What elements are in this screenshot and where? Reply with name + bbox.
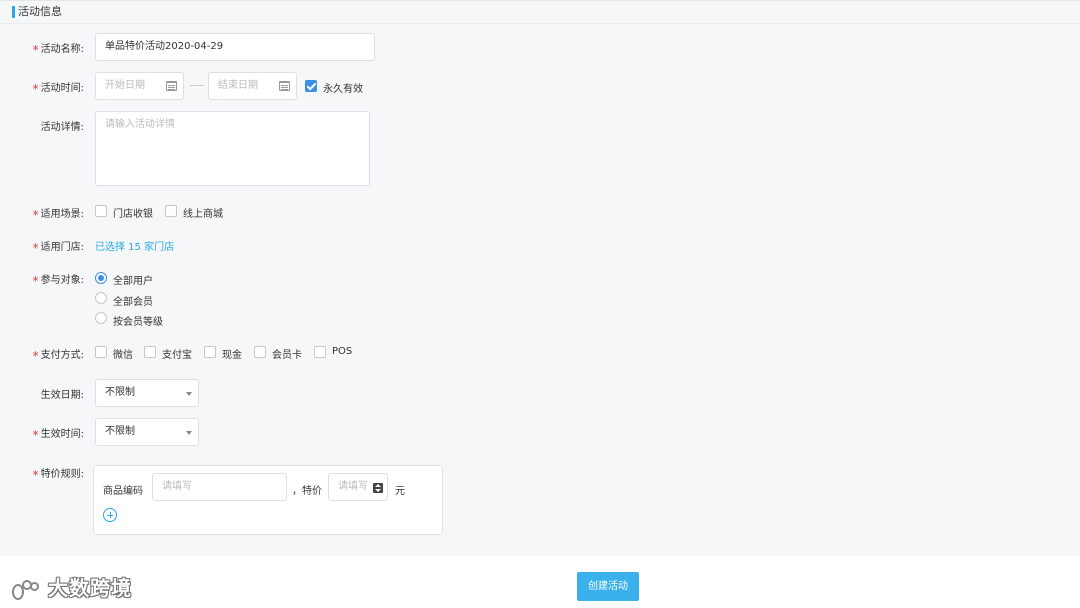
required-mark: * bbox=[32, 274, 39, 288]
required-mark: * bbox=[32, 349, 39, 363]
row-price-rule: * 特价规则: 商品编码 请填写 ，特价 请填写 元 bbox=[0, 465, 1080, 535]
target-label: 参与对象: bbox=[40, 275, 84, 286]
form-panel: 活动信息 * 活动名称: 单品特价活动2020-04-29 * 活动时间: 开始日期… bbox=[0, 0, 1080, 556]
forever-valid-checkbox[interactable] bbox=[305, 80, 317, 92]
forever-valid-label: 永久有效 bbox=[323, 84, 363, 95]
required-mark: * bbox=[32, 43, 39, 57]
price-rule-label: 特价规则: bbox=[40, 469, 84, 480]
row-effective-date: 生效日期: 不限制 bbox=[0, 379, 1080, 407]
scene-store-checkbox[interactable] bbox=[95, 205, 107, 217]
product-code-label: 商品编码 bbox=[103, 486, 143, 497]
product-code-input[interactable]: 请填写 bbox=[152, 473, 287, 501]
price-rule-box: 商品编码 请填写 ，特价 请填写 元 bbox=[93, 465, 443, 535]
row-activity-time: * 活动时间: 开始日期 结束日期 永久有效 bbox=[0, 72, 1080, 100]
pay-member-card-checkbox[interactable] bbox=[254, 346, 266, 358]
create-activity-button[interactable]: 创建活动 bbox=[577, 572, 639, 601]
pay-alipay-label: 支付宝 bbox=[162, 350, 192, 361]
activity-time-label: 活动时间: bbox=[40, 83, 84, 94]
special-price-input[interactable]: 请填写 bbox=[328, 473, 388, 501]
row-activity-name: * 活动名称: 单品特价活动2020-04-29 bbox=[0, 33, 1080, 61]
required-mark: * bbox=[32, 468, 39, 482]
row-stores: * 适用门店: 已选择 15 家门店 bbox=[0, 238, 1080, 255]
effective-date-label: 生效日期: bbox=[40, 390, 84, 401]
section-divider bbox=[0, 23, 1080, 24]
pay-pos-checkbox[interactable] bbox=[314, 346, 326, 358]
required-mark: * bbox=[32, 428, 39, 442]
required-mark: * bbox=[32, 82, 39, 96]
selected-stores-link[interactable]: 已选择 15 家门店 bbox=[95, 238, 174, 253]
required-mark: * bbox=[32, 241, 39, 255]
scene-online-label: 线上商城 bbox=[183, 209, 223, 220]
section-title: 活动信息 bbox=[12, 5, 62, 19]
date-range-separator bbox=[190, 85, 204, 86]
effective-time-label: 生效时间: bbox=[40, 429, 84, 440]
pay-cash-checkbox[interactable] bbox=[204, 346, 216, 358]
target-all-members-label: 全部会员 bbox=[113, 297, 153, 308]
target-all-users-label: 全部用户 bbox=[113, 276, 153, 287]
activity-name-label: 活动名称: bbox=[40, 44, 84, 55]
stores-label: 适用门店: bbox=[40, 242, 84, 253]
required-mark: * bbox=[32, 208, 39, 222]
pay-cash-label: 现金 bbox=[222, 350, 242, 361]
calendar-icon bbox=[166, 81, 177, 91]
target-all-users-radio[interactable] bbox=[95, 272, 107, 284]
target-all-members-radio[interactable] bbox=[95, 292, 107, 304]
effective-time-select[interactable]: 不限制 bbox=[95, 418, 199, 446]
watermark-text: 大数跨境 bbox=[48, 576, 132, 600]
row-effective-time: * 生效时间: 不限制 bbox=[0, 418, 1080, 446]
chevron-down-icon bbox=[186, 392, 192, 396]
target-member-level-label: 按会员等级 bbox=[113, 317, 163, 328]
special-price-label: ，特价 bbox=[292, 486, 322, 497]
effective-date-select[interactable]: 不限制 bbox=[95, 379, 199, 407]
stepper-icon[interactable] bbox=[373, 483, 383, 493]
scene-online-checkbox[interactable] bbox=[165, 205, 177, 217]
scene-store-label: 门店收银 bbox=[113, 209, 153, 220]
payment-label: 支付方式: bbox=[40, 350, 84, 361]
row-target: * 参与对象: 全部用户 全部会员 按会员等级 bbox=[0, 271, 1080, 329]
watermark-logo: 大数跨境 bbox=[10, 572, 132, 602]
row-scene: * 适用场景: 门店收银 线上商城 bbox=[0, 204, 1080, 222]
target-member-level-radio[interactable] bbox=[95, 312, 107, 324]
add-rule-icon[interactable] bbox=[103, 508, 117, 522]
start-date-input[interactable]: 开始日期 bbox=[95, 72, 184, 100]
activity-detail-label: 活动详情: bbox=[40, 122, 84, 133]
pay-wechat-label: 微信 bbox=[113, 350, 133, 361]
row-payment: * 支付方式: 微信 支付宝 现金 会员卡 POS bbox=[0, 345, 1080, 363]
pay-pos-label: POS bbox=[332, 346, 353, 357]
activity-name-input[interactable]: 单品特价活动2020-04-29 bbox=[95, 33, 375, 61]
logo-icon bbox=[10, 578, 44, 602]
pay-wechat-checkbox[interactable] bbox=[95, 346, 107, 358]
chevron-down-icon bbox=[186, 431, 192, 435]
price-unit-label: 元 bbox=[395, 486, 405, 497]
end-date-input[interactable]: 结束日期 bbox=[208, 72, 297, 100]
activity-detail-textarea[interactable]: 请输入活动详情 bbox=[95, 111, 370, 186]
pay-member-card-label: 会员卡 bbox=[272, 350, 302, 361]
scene-label: 适用场景: bbox=[40, 209, 84, 220]
calendar-icon bbox=[279, 81, 290, 91]
row-activity-detail: 活动详情: 请输入活动详情 bbox=[0, 111, 1080, 186]
pay-alipay-checkbox[interactable] bbox=[144, 346, 156, 358]
